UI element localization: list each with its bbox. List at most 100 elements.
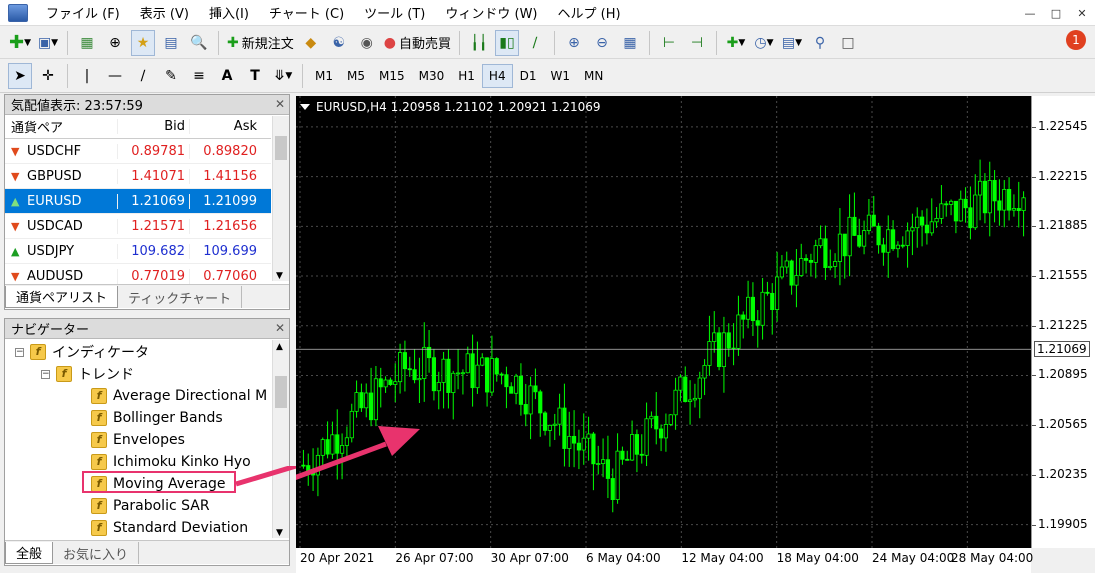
timeframe-mn[interactable]: MN — [577, 64, 610, 88]
market-watch-scrollbar[interactable]: ▼ — [272, 116, 289, 281]
strategy-tester-button[interactable]: 🔍 — [187, 30, 211, 56]
fibonacci-button[interactable]: ≡ — [187, 63, 211, 89]
candle-body — [378, 378, 383, 388]
menu-view[interactable]: 表示 (V) — [130, 3, 199, 22]
zoom-in-button[interactable]: ⊕ — [562, 30, 586, 56]
zoom-out-button[interactable]: ⊖ — [590, 30, 614, 56]
table-row[interactable]: ▼ USDCHF 0.89781 0.89820 — [5, 139, 271, 164]
candle-body — [789, 260, 794, 286]
crosshair-button[interactable]: ✛ — [36, 63, 60, 89]
new-chart-button[interactable]: ✚ ▼ — [8, 30, 32, 56]
signals-button[interactable]: ◉ — [355, 30, 379, 56]
horizontal-line-button[interactable]: — — [103, 63, 127, 89]
search-button[interactable]: ⚲ — [808, 30, 832, 56]
tab-symbol-list[interactable]: 通貨ペアリスト — [5, 286, 119, 308]
close-icon[interactable]: ✕ — [275, 321, 285, 335]
text-button[interactable]: A — [215, 63, 239, 89]
text-label-button[interactable]: T — [243, 63, 267, 89]
price-chart[interactable] — [296, 96, 1031, 548]
tab-tick-chart[interactable]: ティックチャート — [118, 286, 243, 308]
menu-insert[interactable]: 挿入(I) — [199, 3, 259, 22]
auto-trade-button[interactable]: ● 自動売買 — [383, 30, 452, 56]
periods-button[interactable]: ◷ ▼ — [752, 30, 776, 56]
candlestick-button[interactable]: ▮▯ — [495, 29, 519, 56]
toolbar-separator — [67, 30, 69, 55]
indicators-button[interactable]: ✚ ▼ — [724, 30, 748, 56]
metaeditor-button[interactable]: ◆ — [299, 30, 323, 56]
bar-chart-button[interactable]: ╽╽ — [467, 30, 491, 56]
timeframe-h1[interactable]: H1 — [451, 64, 482, 88]
menu-file[interactable]: ファイル (F) — [36, 3, 130, 22]
timeframe-h4[interactable]: H4 — [481, 64, 513, 88]
scroll-thumb[interactable] — [275, 376, 287, 408]
scroll-thumb[interactable] — [275, 136, 287, 160]
symbol-cell: ▲ EURUSD — [5, 194, 117, 209]
navigator-item[interactable]: f Envelopes — [5, 429, 271, 451]
data-window-button[interactable]: ⊕ — [103, 30, 127, 56]
navigator-item[interactable]: − f トレンド — [5, 363, 271, 385]
navigator-button[interactable]: ★ — [131, 29, 156, 56]
candle-body — [542, 412, 548, 431]
candle-body — [417, 378, 422, 381]
vertical-line-button[interactable]: | — [75, 63, 99, 89]
symbol-label: AUDUSD — [27, 268, 84, 284]
profiles-button[interactable]: ▣ ▼ — [36, 30, 60, 56]
chart-canvas[interactable]: EURUSD,H4 1.20958 1.21102 1.20921 1.2106… — [296, 96, 1031, 548]
arrows-button[interactable]: ⤋ ▼ — [271, 63, 295, 89]
timeframe-m30[interactable]: M30 — [412, 64, 452, 88]
menu-window[interactable]: ウィンドウ (W) — [435, 3, 547, 22]
line-chart-button[interactable]: ∕ — [523, 30, 547, 56]
scroll-down-icon[interactable]: ▼ — [276, 528, 283, 538]
restore-icon[interactable]: □ — [1043, 0, 1069, 26]
community-button[interactable]: ☯ — [327, 30, 351, 56]
column-header-ask[interactable]: Ask — [189, 119, 261, 134]
symbol-cell: ▲ USDJPY — [5, 244, 117, 259]
market-watch-button[interactable]: ▦ — [75, 30, 99, 56]
channel-button[interactable]: ✎ — [159, 63, 183, 89]
templates-button[interactable]: ▤ ▼ — [780, 30, 804, 56]
close-icon[interactable]: ✕ — [275, 97, 285, 111]
menu-tools[interactable]: ツール (T) — [354, 3, 435, 22]
navigator-scrollbar[interactable]: ▲ ▼ — [272, 340, 289, 538]
timeframe-m5[interactable]: M5 — [340, 64, 372, 88]
table-row[interactable]: ▲ EURUSD 1.21069 1.21099 — [5, 189, 271, 214]
timeframe-d1[interactable]: D1 — [513, 64, 544, 88]
scroll-up-icon[interactable]: ▲ — [276, 342, 283, 352]
tab-general[interactable]: 全般 — [5, 542, 54, 564]
cursor-button[interactable]: ➤ — [8, 63, 32, 89]
scroll-down-icon[interactable]: ▼ — [276, 271, 283, 281]
chart-shift-button[interactable]: ⊢ — [657, 30, 681, 56]
table-row[interactable]: ▲ USDJPY 109.682 109.699 — [5, 239, 271, 264]
menu-help[interactable]: ヘルプ (H) — [548, 3, 631, 22]
symbol-cell: ▼ USDCHF — [5, 144, 117, 159]
terminal-button[interactable]: ▤ — [159, 30, 183, 56]
navigator-item[interactable]: f Ichimoku Kinko Hyo — [5, 451, 271, 473]
fibonacci-icon: ≡ — [193, 68, 205, 84]
column-header-bid[interactable]: Bid — [117, 119, 189, 134]
navigator-item[interactable]: − f インディケータ — [5, 341, 271, 363]
column-header-symbol[interactable]: 通貨ペア — [5, 117, 117, 136]
tile-windows-button[interactable]: ▦ — [618, 30, 642, 56]
trendline-button[interactable]: ∕ — [131, 63, 155, 89]
minimize-icon[interactable]: — — [1017, 0, 1043, 26]
collapse-icon[interactable]: − — [15, 347, 24, 357]
navigator-item[interactable]: f Average Directional M — [5, 385, 271, 407]
timeframe-w1[interactable]: W1 — [543, 64, 577, 88]
notification-badge[interactable]: 1 — [1066, 30, 1086, 50]
chart-menu-triangle-icon[interactable] — [300, 104, 310, 110]
timeframe-m15[interactable]: M15 — [372, 64, 412, 88]
navigator-item[interactable]: f Standard Deviation — [5, 517, 271, 539]
table-row[interactable]: ▼ USDCAD 1.21571 1.21656 — [5, 214, 271, 239]
table-row[interactable]: ▼ GBPUSD 1.41071 1.41156 — [5, 164, 271, 189]
menu-chart[interactable]: チャート (C) — [259, 3, 354, 22]
timeframe-m1[interactable]: M1 — [308, 64, 340, 88]
navigator-item[interactable]: f Parabolic SAR — [5, 495, 271, 517]
collapse-icon[interactable]: − — [41, 369, 50, 379]
navigator-item[interactable]: f Bollinger Bands — [5, 407, 271, 429]
close-icon[interactable]: ✕ — [1069, 0, 1095, 26]
notifications-button[interactable]: □ — [836, 30, 860, 56]
auto-scroll-button[interactable]: ⊣ — [685, 30, 709, 56]
tab-favorites[interactable]: お気に入り — [53, 542, 140, 564]
new-order-button[interactable]: ✚ 新規注文 — [226, 30, 295, 56]
arrows-icon: ⤋ — [273, 68, 286, 84]
